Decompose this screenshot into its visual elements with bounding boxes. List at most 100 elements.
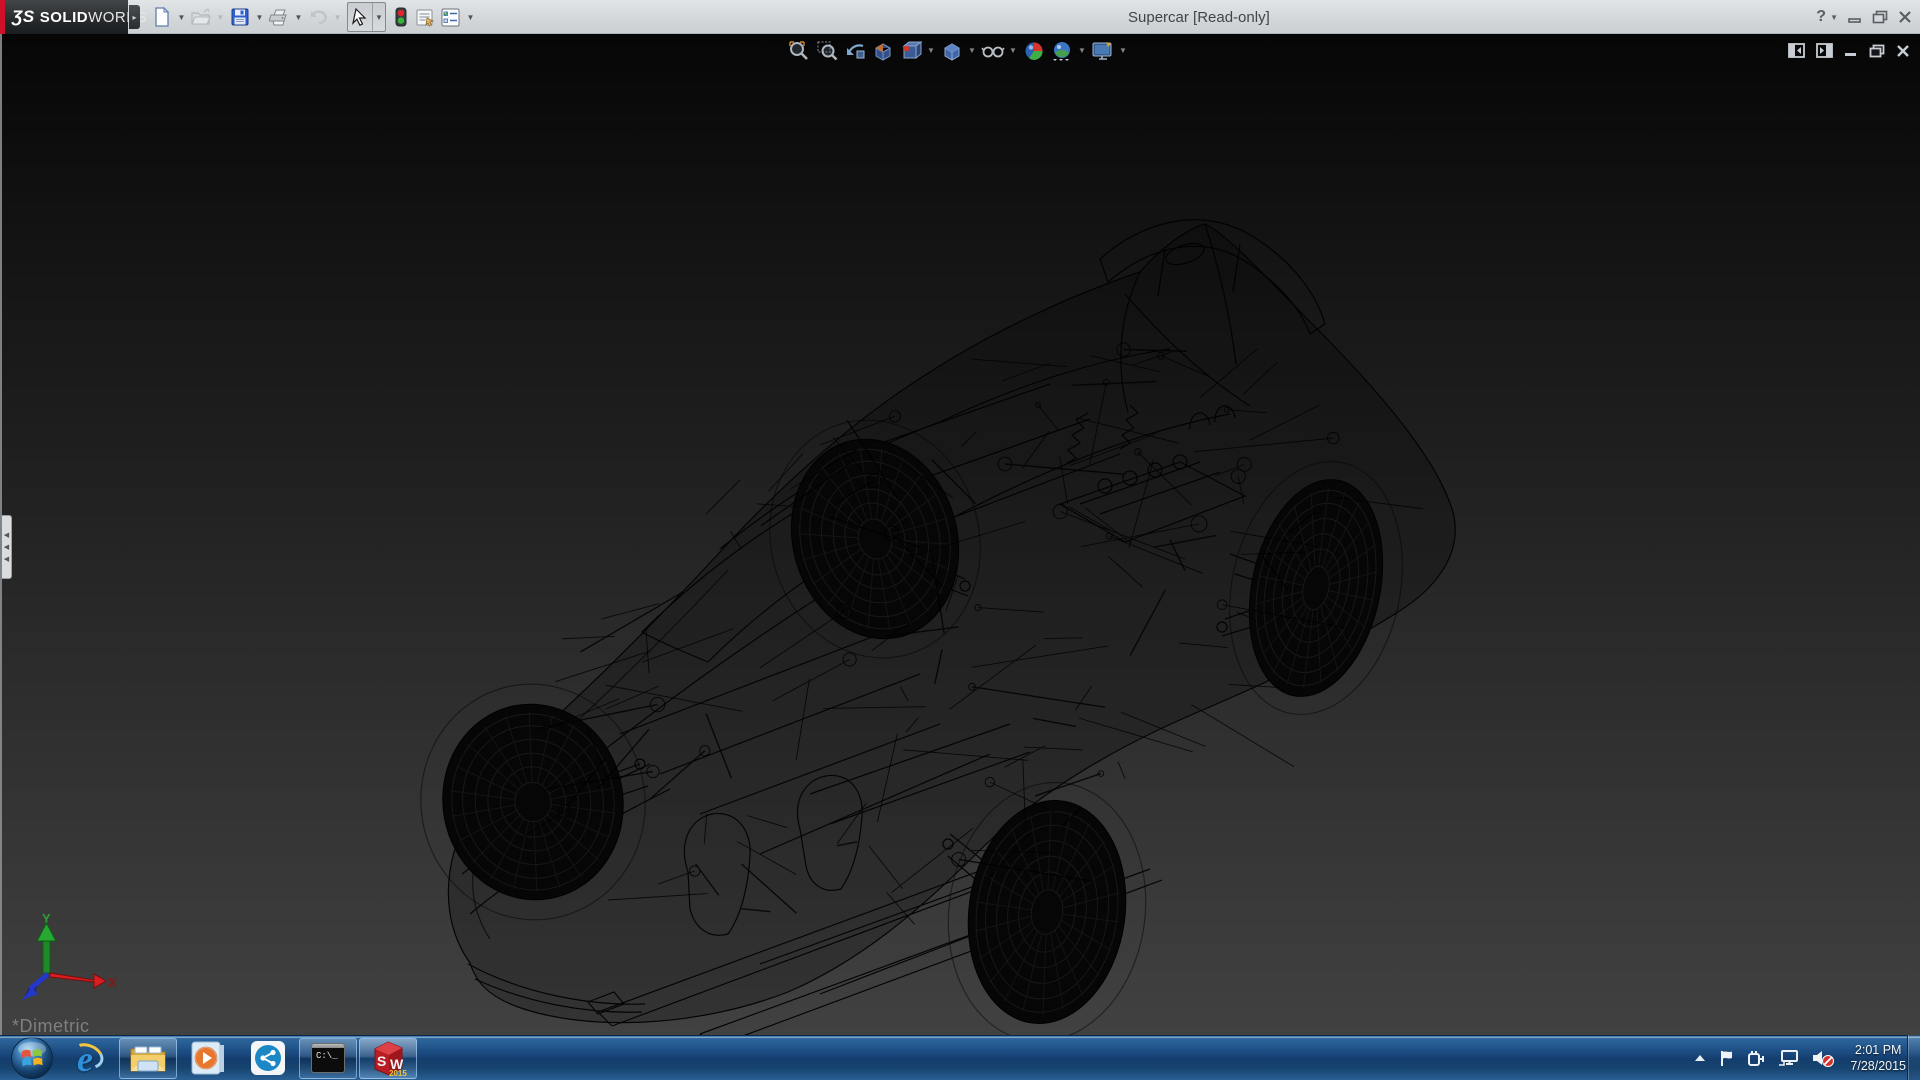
- save-button[interactable]: [228, 3, 252, 31]
- minimize-button[interactable]: [1848, 11, 1862, 23]
- display-style-dropdown[interactable]: ▼: [967, 46, 977, 55]
- pane-collapse-left-button[interactable]: [1788, 43, 1805, 58]
- start-button[interactable]: [6, 1036, 58, 1080]
- section-view-button[interactable]: [870, 38, 895, 63]
- new-dropdown[interactable]: ▼: [175, 3, 188, 31]
- hide-show-items-icon: [981, 40, 1005, 62]
- graphics-viewport[interactable]: ◀ ◀ ◀ ▼ ▼: [0, 34, 1920, 1035]
- view-orientation-dropdown[interactable]: ▼: [926, 46, 936, 55]
- menu-expand-glyph: ▸: [132, 13, 136, 22]
- document-window-controls: [1788, 43, 1910, 58]
- help-button[interactable]: ?: [1816, 8, 1826, 26]
- undo-button[interactable]: [306, 3, 330, 31]
- options-dropdown[interactable]: ▼: [464, 3, 477, 31]
- taskbar-windows-explorer[interactable]: [119, 1038, 177, 1079]
- doc-minimize-button[interactable]: [1844, 44, 1858, 57]
- volume-muted-icon[interactable]: [1811, 1048, 1835, 1068]
- new-document-icon: [153, 7, 171, 27]
- pane-collapse-right-button[interactable]: [1816, 43, 1833, 58]
- show-desktop-button[interactable]: [1907, 1035, 1920, 1080]
- triad-x-label: X: [108, 975, 117, 990]
- cmd-prompt-text: C:\: [316, 1051, 332, 1061]
- apply-scene-dropdown[interactable]: ▼: [1077, 46, 1087, 55]
- doc-close-button[interactable]: [1896, 44, 1910, 58]
- wmp-play-icon: [191, 1041, 225, 1075]
- solidworks-logo: ƷSSOLIDWORKS: [0, 0, 128, 34]
- new-document-button[interactable]: [150, 3, 174, 31]
- open-dropdown[interactable]: ▼: [214, 3, 227, 31]
- close-button[interactable]: [1898, 10, 1912, 24]
- sw-cube-icon: S W 2015: [369, 1039, 407, 1077]
- file-properties-icon: [416, 8, 436, 27]
- cmd-cursor: _: [332, 1051, 337, 1061]
- options-list-icon: [441, 8, 461, 27]
- window-controls: ? ▼: [1816, 0, 1912, 34]
- collapse-arrow-icon: ◀: [4, 544, 9, 551]
- open-folder-icon: [191, 8, 211, 26]
- title-bar: ƷSSOLIDWORKS ▸ ▼ ▼ ▼ ▼ ▼: [0, 0, 1920, 34]
- network-icon[interactable]: [1778, 1049, 1800, 1067]
- view-settings-dropdown[interactable]: ▼: [1118, 46, 1128, 55]
- save-icon: [231, 8, 249, 26]
- view-orientation-button[interactable]: [898, 38, 923, 63]
- restore-button[interactable]: [1872, 10, 1888, 24]
- view-settings-icon: [1091, 40, 1115, 62]
- brand-prefix: ƷS: [12, 7, 35, 26]
- previous-view-button[interactable]: [842, 38, 867, 63]
- undo-icon: [308, 8, 328, 26]
- select-tool-group: ▼: [347, 2, 386, 32]
- section-view-icon: [872, 40, 894, 62]
- print-dropdown[interactable]: ▼: [292, 3, 305, 31]
- share-nodes-icon: [250, 1040, 286, 1076]
- select-dropdown[interactable]: ▼: [372, 3, 385, 31]
- standard-toolbar: ▼ ▼ ▼ ▼ ▼ ▼: [150, 0, 477, 34]
- display-style-button[interactable]: [939, 38, 964, 63]
- help-dropdown[interactable]: ▼: [1830, 13, 1838, 22]
- taskbar-solidworks[interactable]: S W 2015: [359, 1038, 417, 1079]
- taskbar-share-app[interactable]: [239, 1038, 297, 1079]
- view-settings-button[interactable]: [1090, 38, 1115, 63]
- options-button[interactable]: [439, 3, 463, 31]
- print-icon: [269, 8, 289, 26]
- rebuild-traffic-light-icon: [395, 7, 407, 27]
- apply-scene-icon: [1051, 40, 1073, 62]
- taskbar-gloss: [0, 1037, 1920, 1038]
- menu-expand-arrow[interactable]: ▸: [129, 5, 140, 29]
- heads-up-view-toolbar: ▼ ▼ ▼ ▼ ▼: [786, 38, 1128, 63]
- open-button[interactable]: [189, 3, 213, 31]
- collapse-arrow-icon: ◀: [4, 532, 9, 539]
- rebuild-button[interactable]: [389, 3, 413, 31]
- hide-show-dropdown[interactable]: ▼: [1008, 46, 1018, 55]
- zoom-to-area-button[interactable]: [814, 38, 839, 63]
- undo-dropdown[interactable]: ▼: [331, 3, 344, 31]
- hidden-icons-chevron[interactable]: [1693, 1052, 1707, 1064]
- window-title: Supercar [Read-only]: [1128, 9, 1270, 26]
- collapse-arrow-icon: ◀: [4, 556, 9, 563]
- save-dropdown[interactable]: ▼: [253, 3, 266, 31]
- brand-solid: SOLID: [40, 9, 88, 26]
- file-properties-button[interactable]: [414, 3, 438, 31]
- edit-appearance-button[interactable]: [1021, 38, 1046, 63]
- clock-time: 2:01 PM: [1850, 1042, 1906, 1058]
- orientation-triad: Y X: [22, 911, 118, 1003]
- windows-taskbar: e C:\_ S: [0, 1035, 1920, 1080]
- logo-red-stripe: [0, 0, 5, 34]
- power-plug-icon[interactable]: [1747, 1049, 1767, 1067]
- hide-show-items-button[interactable]: [980, 38, 1005, 63]
- taskbar-command-prompt[interactable]: C:\_: [299, 1038, 357, 1079]
- select-button[interactable]: [348, 3, 372, 31]
- print-button[interactable]: [267, 3, 291, 31]
- doc-restore-button[interactable]: [1869, 44, 1885, 58]
- taskbar-apps: e C:\_ S: [0, 1036, 418, 1080]
- action-center-flag-icon[interactable]: [1718, 1049, 1736, 1067]
- solidworks-window: ƷSSOLIDWORKS ▸ ▼ ▼ ▼ ▼ ▼: [0, 0, 1920, 1080]
- feature-manager-collapsed-tab[interactable]: ◀ ◀ ◀: [2, 515, 12, 579]
- cmd-titlebar: [312, 1044, 344, 1048]
- select-cursor-icon: [352, 8, 368, 26]
- tray-clock[interactable]: 2:01 PM 7/28/2015: [1850, 1042, 1906, 1074]
- taskbar-internet-explorer[interactable]: e: [59, 1038, 117, 1079]
- edit-appearance-icon: [1023, 40, 1045, 62]
- zoom-to-fit-button[interactable]: [786, 38, 811, 63]
- taskbar-media-player[interactable]: [179, 1038, 237, 1079]
- apply-scene-button[interactable]: [1049, 38, 1074, 63]
